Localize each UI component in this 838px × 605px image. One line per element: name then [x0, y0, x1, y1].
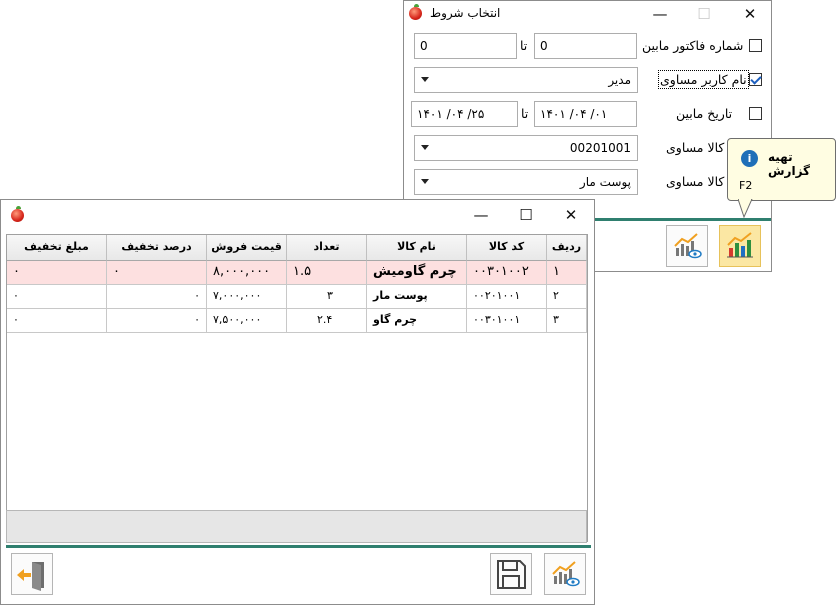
column-header[interactable]: نام کالا [367, 235, 467, 261]
exit-icon [17, 562, 44, 591]
product-code-combobox[interactable]: 00201001 [414, 135, 638, 161]
report-tooltip: i تهیه گزارش F2 [727, 138, 836, 201]
filter-window-title: انتخاب شروط [430, 6, 501, 20]
chart-report-icon [727, 232, 753, 258]
save-icon [497, 560, 526, 589]
table-cell: ۳ [287, 285, 367, 309]
product-code-value: 00201001 [569, 141, 631, 155]
table-cell: ۰ [7, 261, 107, 285]
invoice-to-input[interactable]: 0 [414, 33, 517, 59]
generate-report-button[interactable] [719, 225, 761, 267]
table-cell: ۲ [547, 285, 587, 309]
tooltip-pointer [738, 199, 753, 219]
tooltip-title: تهیه گزارش [768, 150, 811, 178]
table-cell: ۸,۰۰۰,۰۰۰ [207, 261, 287, 285]
app-icon [11, 206, 24, 222]
chevron-down-icon [421, 145, 429, 150]
table-cell: ۰ [107, 309, 207, 333]
grid-footer-bar [6, 510, 587, 543]
minimize-icon[interactable]: — [461, 202, 501, 228]
chevron-down-icon [421, 77, 429, 82]
column-header[interactable]: تعداد [287, 235, 367, 261]
user-combobox[interactable]: مدیر [414, 67, 638, 93]
column-header[interactable]: مبلغ تخفیف سطری [7, 235, 107, 277]
save-button[interactable] [490, 553, 532, 595]
invoice-checkbox[interactable] [749, 39, 762, 52]
table-cell: چرم گاومیش [367, 261, 467, 285]
chart-preview-icon [674, 233, 702, 259]
table-cell: ۰ [7, 285, 107, 309]
table-cell: چرم گاو [367, 309, 467, 333]
chart-preview-icon [552, 561, 580, 587]
tooltip-shortcut: F2 [739, 179, 753, 192]
close-icon[interactable]: ✕ [730, 1, 770, 27]
maximize-icon: ☐ [697, 5, 711, 23]
table-cell: ۰۰۳۰۱۰۰۱ [467, 309, 547, 333]
date-label: تاریخ مابین [676, 106, 733, 121]
column-header[interactable]: ردیف [547, 235, 587, 261]
report-titlebar: — ☐ ✕ [1, 200, 594, 230]
product-code-label: کالا مساوی [666, 140, 725, 155]
minimize-icon[interactable]: — [640, 1, 680, 27]
info-icon: i [741, 150, 758, 167]
report-window: — ☐ ✕ مبلغ تخفیف سطری درصد تخفیف سطری قی… [0, 199, 595, 605]
table-cell: ۰۰۳۰۱۰۰۲ [467, 261, 547, 285]
invoice-label: شماره فاکتور مابین [642, 38, 744, 53]
user-checkbox[interactable] [749, 73, 762, 86]
table-cell: ۲.۴ [287, 309, 367, 333]
table-cell: ۱ [547, 261, 587, 285]
invoice-from-input[interactable]: 0 [534, 33, 637, 59]
date-from-input[interactable]: ۱۴۰۱ /۰۴ /۰۱ [534, 101, 637, 127]
user-label: نام کاربر مساوی [658, 70, 749, 89]
table-cell: ۰ [107, 261, 207, 285]
table-cell: ۷,۰۰۰,۰۰۰ [207, 285, 287, 309]
table-row[interactable]: ۰ ۰ ۷,۵۰۰,۰۰۰ ۲.۴ چرم گاو ۰۰۳۰۱۰۰۱ ۳ [7, 309, 587, 333]
date-checkbox[interactable] [749, 107, 762, 120]
preview-chart-button[interactable] [544, 553, 586, 595]
preview-report-button[interactable] [666, 225, 708, 267]
table-cell: ۰۰۲۰۱۰۰۱ [467, 285, 547, 309]
maximize-icon[interactable]: ☐ [506, 202, 546, 228]
chevron-down-icon [421, 179, 429, 184]
table-row[interactable]: ۰ ۰ ۷,۰۰۰,۰۰۰ ۳ پوست مار ۰۰۲۰۱۰۰۱ ۲ [7, 285, 587, 309]
column-header[interactable]: کد کالا [467, 235, 547, 261]
column-header[interactable]: درصد تخفیف سطری [107, 235, 207, 277]
invoice-to-label: تا [520, 38, 528, 53]
table-cell: ۰ [7, 309, 107, 333]
table-cell: پوست مار [367, 285, 467, 309]
product-name-value: پوست مار [579, 175, 631, 189]
table-cell: ۱.۵ [287, 261, 367, 285]
table-cell: ۰ [107, 285, 207, 309]
date-to-input[interactable]: ۱۴۰۱ /۰۴ /۲۵ [411, 101, 518, 127]
product-name-label: کالا مساوی [666, 174, 725, 189]
report-grid: مبلغ تخفیف سطری درصد تخفیف سطری قیمت فرو… [6, 234, 588, 542]
table-cell: ۷,۵۰۰,۰۰۰ [207, 309, 287, 333]
table-row[interactable]: ۰ ۰ ۸,۰۰۰,۰۰۰ ۱.۵ چرم گاومیش ۰۰۳۰۱۰۰۲ ۱ [7, 261, 587, 285]
exit-button[interactable] [11, 553, 53, 595]
user-value: مدیر [608, 73, 631, 87]
app-icon [409, 4, 422, 20]
close-icon[interactable]: ✕ [551, 202, 591, 228]
report-divider [6, 545, 591, 548]
product-name-combobox[interactable]: پوست مار [414, 169, 638, 195]
filter-titlebar: انتخاب شروط — ☐ ✕ [404, 1, 771, 27]
table-cell: ۳ [547, 309, 587, 333]
column-header[interactable]: قیمت فروش [207, 235, 287, 261]
date-to-label: تا [521, 106, 529, 121]
